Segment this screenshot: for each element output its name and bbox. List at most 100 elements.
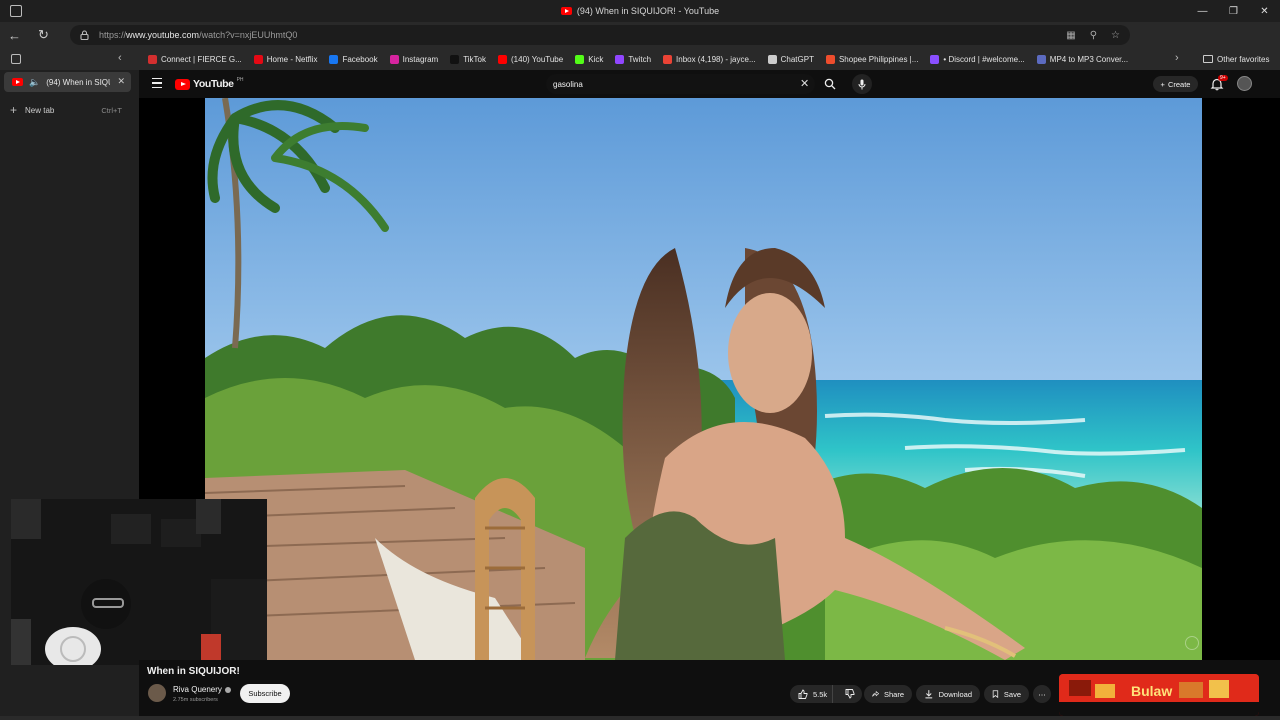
favorite-item[interactable]: Home - Netflix [253, 54, 318, 64]
favorite-label: (140) YouTube [511, 54, 564, 64]
share-button[interactable]: Share [864, 685, 912, 703]
chatgpt-icon [767, 54, 777, 64]
favorites-list: Connect | FIERCE G... Home - Netflix Faceb… [148, 48, 1128, 70]
favorite-item[interactable]: Inbox (4,198) - jayce... [663, 54, 756, 64]
new-tab-label: New tab [25, 105, 55, 115]
ad-image: Bulaw [1059, 674, 1259, 716]
subscribe-button[interactable]: Subscribe [240, 684, 290, 703]
favorite-star-icon[interactable]: ☆ [1111, 30, 1120, 41]
other-favorites-label: Other favorites [1217, 54, 1270, 64]
channel-avatar[interactable] [148, 684, 166, 702]
thumbs-down-icon [845, 689, 855, 699]
url-host: www.youtube.com [126, 30, 200, 40]
horizontal-scrollbar[interactable] [0, 716, 1280, 720]
other-favorites[interactable]: Other favorites [1203, 48, 1269, 70]
window-title: (94) When in SIQUIJOR! - YouTube [560, 6, 719, 16]
channel-name[interactable]: Riva Quenery [173, 685, 231, 694]
video-player[interactable] [139, 98, 1280, 660]
tab-active[interactable]: 🔈 (94) When in SIQUIJOR! - YouTube ✕ [4, 72, 131, 92]
search-value: gasolina [553, 79, 583, 89]
youtube-icon [498, 54, 508, 64]
favorite-label: • Discord | #welcome... [943, 54, 1025, 64]
favorite-item[interactable]: Shopee Philippines |... [825, 54, 919, 64]
plus-icon: + [10, 103, 18, 117]
url-path: /watch?v=nxjEUUhmtQ0 [199, 30, 298, 40]
more-actions-button[interactable]: ⋯ [1033, 685, 1051, 703]
favorite-item[interactable]: Instagram [389, 54, 438, 64]
new-tab-button[interactable]: + New tab Ctrl+T [10, 103, 122, 117]
favorite-label: TikTok [463, 54, 487, 64]
address-bar[interactable]: https://www.youtube.com/watch?v=nxjEUUhm… [70, 25, 1130, 45]
account-avatar[interactable] [1237, 76, 1252, 91]
favorite-item[interactable]: Kick [575, 54, 604, 64]
youtube-masthead: YouTube PH gasolina ✕ + Create 9+ [139, 70, 1280, 98]
bookmark-icon [992, 690, 999, 699]
red-dot-icon [148, 54, 157, 64]
ad-banner[interactable]: Bulaw [1059, 674, 1259, 716]
tab-actions-icon[interactable] [11, 54, 21, 64]
youtube-favicon-icon [12, 78, 23, 86]
tab-title: (94) When in SIQUIJOR! - YouTube [46, 77, 110, 87]
discord-icon [930, 54, 940, 64]
save-label: Save [1003, 689, 1021, 699]
favorite-item[interactable]: Twitch [615, 54, 651, 64]
create-button[interactable]: + Create [1153, 76, 1198, 92]
like-button[interactable]: 5.5k [790, 685, 834, 703]
favorite-label: Home - Netflix [266, 54, 318, 64]
close-tab-icon[interactable]: ✕ [117, 76, 125, 87]
workspaces-icon[interactable] [10, 5, 22, 17]
minimize-icon[interactable]: — [1187, 0, 1218, 22]
like-count: 5.5k [813, 689, 828, 699]
search-button[interactable] [820, 75, 840, 93]
dislike-button[interactable] [838, 685, 862, 703]
youtube-logo[interactable]: YouTube PH [175, 77, 244, 90]
lock-icon[interactable] [80, 30, 90, 40]
twitch-icon [615, 54, 625, 64]
country-code: PH [236, 77, 244, 83]
youtube-play-icon [175, 78, 190, 90]
favorite-label: Shopee Philippines |... [838, 54, 919, 64]
video-title: When in SIQUIJOR! [147, 666, 240, 677]
thumbs-up-icon [798, 689, 808, 699]
video-info: When in SIQUIJOR! Riva Quenery 2.75m sub… [139, 660, 1280, 720]
clear-search-icon[interactable]: ✕ [800, 77, 809, 90]
more-horizontal-icon: ⋯ [1038, 689, 1046, 699]
download-button[interactable]: Download [916, 685, 980, 703]
close-window-icon[interactable]: ✕ [1249, 0, 1280, 22]
converter-icon [1036, 54, 1046, 64]
subscriber-count: 2.75m subscribers [173, 697, 218, 703]
restore-icon[interactable]: ❐ [1218, 0, 1249, 22]
youtube-favicon-icon [560, 7, 572, 15]
app-available-icon[interactable]: ▦ [1066, 30, 1075, 41]
video-frame[interactable] [205, 98, 1202, 660]
favorite-label: Kick [588, 54, 604, 64]
download-label: Download [938, 689, 972, 699]
address-bar-actions: ▦ ⚲ ☆ [1066, 25, 1120, 45]
favorite-item[interactable]: (140) YouTube [498, 54, 564, 64]
favorite-item[interactable]: Connect | FIERCE G... [148, 54, 242, 64]
favorite-item[interactable]: MP4 to MP3 Conver... [1036, 54, 1128, 64]
instagram-icon [389, 54, 399, 64]
search-input[interactable]: gasolina [546, 74, 815, 94]
favorite-item[interactable]: Facebook [329, 54, 378, 64]
refresh-icon[interactable]: ↻ [29, 22, 58, 48]
tiktok-icon [450, 54, 460, 64]
favorite-item[interactable]: ChatGPT [767, 54, 814, 64]
new-tab-shortcut: Ctrl+T [101, 105, 122, 115]
shopee-icon [825, 54, 835, 64]
favorites-bar: ‹ Connect | FIERCE G... Home - Netflix Fac… [0, 48, 1280, 70]
share-label: Share [883, 689, 904, 699]
kick-icon [575, 54, 585, 64]
favorites-next-chevron-icon[interactable]: › [1175, 52, 1179, 64]
browser-toolbar: ← ↻ https://www.youtube.com/watch?v=nxjE… [0, 22, 1280, 65]
hamburger-menu-icon[interactable] [152, 78, 162, 88]
search-icon [824, 78, 836, 90]
voice-search-button[interactable] [852, 74, 872, 94]
zoom-icon[interactable]: ⚲ [1090, 30, 1097, 41]
speaker-icon[interactable]: 🔈 [29, 77, 40, 88]
save-button[interactable]: Save [984, 685, 1029, 703]
back-icon[interactable]: ← [0, 22, 29, 48]
sidebar-collapse-chevron-icon[interactable]: ‹ [118, 52, 122, 64]
favorite-item[interactable]: TikTok [450, 54, 487, 64]
favorite-item[interactable]: • Discord | #welcome... [930, 54, 1025, 64]
